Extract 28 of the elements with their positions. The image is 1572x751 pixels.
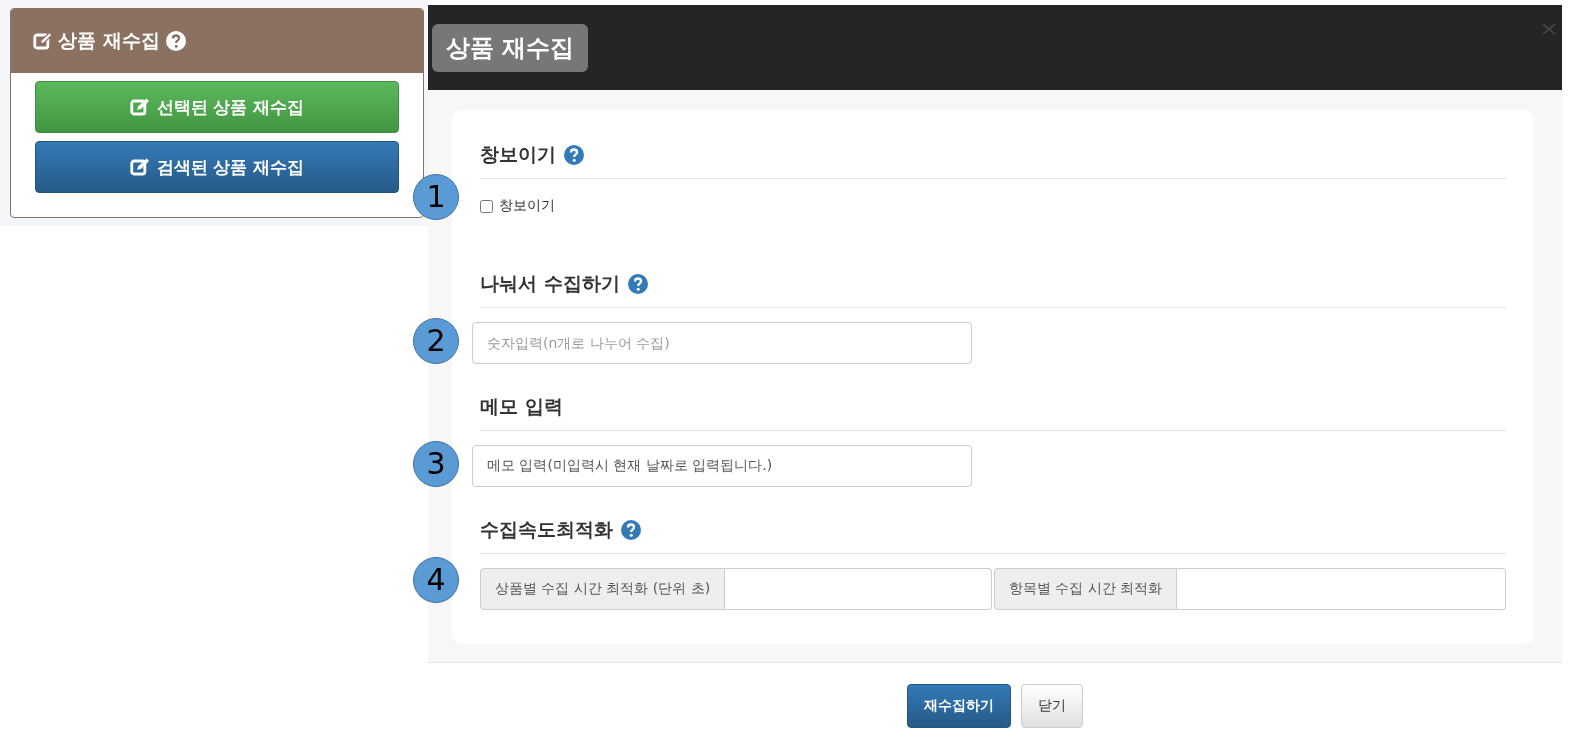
step-marker: 2 [413,318,459,364]
edit-icon [129,157,149,177]
input-field[interactable] [725,568,992,610]
edit-icon [33,31,52,51]
checkbox-label: 창보이기 [499,197,555,215]
checkbox[interactable] [480,199,493,213]
section-heading: 수집속도최적화 [480,517,613,542]
help-icon[interactable] [621,520,641,540]
edit-icon [129,97,149,117]
step-marker: 3 [413,441,459,487]
help-icon[interactable] [627,274,648,294]
input-addon-label: 상품별 수집 시간 최적화 (단위 초) [480,568,726,610]
panel-title: 상품 재수집 [58,28,160,53]
recollect-button[interactable]: 재수집하기 [907,684,1011,728]
close-button[interactable]: 닫기 [1021,684,1083,728]
input-addon-label: 항목별 수집 시간 최적화 [994,568,1178,610]
section-heading: 메모 입력 [480,394,563,419]
help-icon[interactable] [165,31,186,51]
help-icon[interactable] [564,145,584,165]
input-field[interactable]: 숫자입력(n개로 나누어 수집) [472,322,972,364]
input-field[interactable]: 메모 입력(미입력시 현재 날짜로 입력됩니다.) [472,445,972,487]
section-heading: 창보이기 [480,142,556,167]
recollect-button[interactable]: 선택된 상품 재수집 [35,81,399,133]
input-field[interactable] [1177,568,1506,610]
dialog-title: 상품 재수집 [432,23,589,72]
recollect-button[interactable]: 검색된 상품 재수집 [35,141,399,193]
section-heading: 나눠서 수집하기 [480,271,620,296]
step-marker: 4 [413,557,459,603]
